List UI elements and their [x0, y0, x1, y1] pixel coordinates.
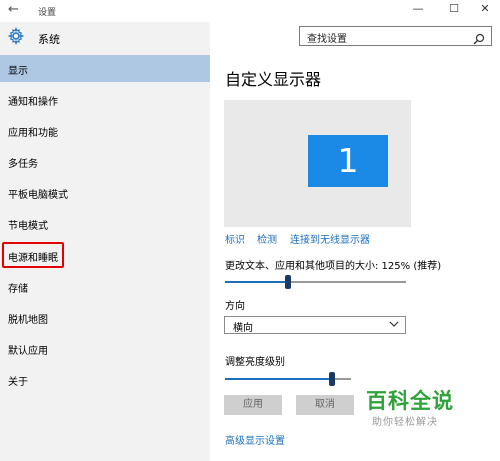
sidebar-item-label: 平板电脑模式 [8, 190, 68, 201]
page-title: 自定义显示器 [225, 70, 322, 89]
sidebar-item-label: 节电模式 [8, 221, 48, 232]
cancel-button[interactable]: 取消 [296, 395, 354, 415]
sidebar-item-tablet-mode[interactable]: 平板电脑模式 [0, 179, 210, 206]
scale-label: 更改文本、应用和其他项目的大小: 125% (推荐) [225, 261, 442, 272]
search-icon [473, 30, 485, 49]
sidebar-item-label: 关于 [8, 377, 28, 388]
orientation-label: 方向 [225, 301, 245, 312]
window-title: 设置 [38, 8, 57, 18]
sidebar-item-apps[interactable]: 应用和功能 [0, 117, 210, 144]
sidebar-item-label: 通知和操作 [8, 97, 58, 108]
sidebar-item-offline-maps[interactable]: 脱机地图 [0, 304, 210, 331]
search-input[interactable]: 查找设置 [299, 26, 492, 46]
search-placeholder: 查找设置 [307, 34, 347, 45]
sidebar-item-storage[interactable]: 存储 [0, 273, 210, 300]
sidebar-item-label: 脱机地图 [8, 315, 48, 326]
sidebar-item-label: 显示 [8, 66, 28, 77]
sidebar-item-notifications[interactable]: 通知和操作 [0, 86, 210, 113]
brightness-label: 调整亮度级别 [225, 357, 285, 368]
close-icon[interactable]: ✕ [475, 2, 495, 15]
advanced-display-settings-link[interactable]: 高级显示设置 [225, 432, 285, 447]
title-bar: ← 设置 — ☐ ✕ [0, 0, 500, 22]
sidebar-item-label: 应用和功能 [8, 128, 58, 139]
display-preview: 1 [224, 100, 411, 227]
back-icon[interactable]: ← [8, 2, 19, 17]
chevron-down-icon [389, 319, 399, 332]
scale-slider-thumb[interactable] [285, 275, 291, 289]
watermark-subtitle: 助你轻松解决 [372, 417, 438, 428]
sidebar-item-label: 默认应用 [8, 346, 48, 357]
apply-button[interactable]: 应用 [224, 395, 282, 415]
sidebar-item-multitasking[interactable]: 多任务 [0, 148, 210, 175]
sidebar-item-display[interactable]: 显示 [0, 55, 210, 82]
brightness-slider-fill [225, 378, 332, 380]
sidebar-item-label: 多任务 [8, 159, 38, 170]
brightness-slider-thumb[interactable] [329, 372, 335, 386]
sidebar-item-about[interactable]: 关于 [0, 366, 210, 393]
gear-icon [7, 26, 25, 49]
sidebar-item-label: 存储 [8, 284, 28, 295]
monitor-tile[interactable]: 1 [308, 135, 388, 187]
detect-link[interactable]: 检测 [257, 231, 277, 246]
connect-wireless-link[interactable]: 连接到无线显示器 [290, 231, 370, 246]
sidebar-item-default-apps[interactable]: 默认应用 [0, 335, 210, 362]
highlight-box [2, 242, 64, 268]
sidebar-item-battery-saver[interactable]: 节电模式 [0, 210, 210, 237]
section-title: 系统 [38, 33, 60, 46]
identify-link[interactable]: 标识 [225, 231, 245, 246]
minimize-icon[interactable]: — [408, 2, 428, 15]
scale-slider-fill [225, 281, 288, 283]
watermark-title: 百科全说 [366, 389, 454, 413]
orientation-value: 横向 [233, 323, 253, 334]
orientation-select[interactable]: 横向 [224, 316, 406, 334]
maximize-icon[interactable]: ☐ [444, 2, 464, 15]
